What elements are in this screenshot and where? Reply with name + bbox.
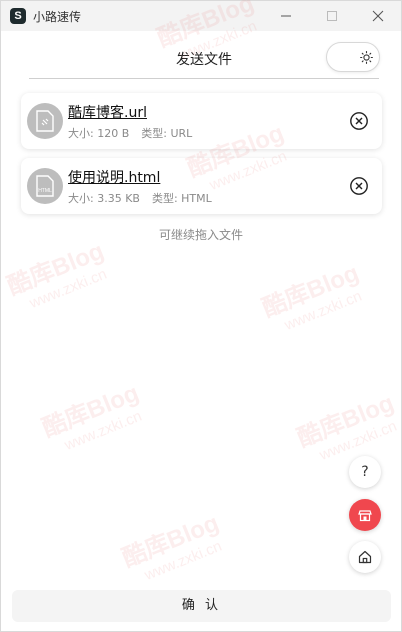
drop-hint: 可继续拖入文件 [158, 228, 243, 242]
shop-icon [358, 510, 372, 522]
watermark-url: www.zxki.cn [282, 287, 365, 334]
file-name[interactable]: 酷库博客.url [68, 102, 147, 122]
file-html-icon: HTML [27, 168, 63, 204]
watermark: 酷库Blogwww.zxki.cn [36, 373, 149, 459]
watermark-brand: 酷库Blog [118, 509, 223, 573]
watermark-brand: 酷库Blog [38, 379, 143, 443]
file-size: 大小: 120 B [68, 127, 130, 140]
remove-circle-x-icon [350, 112, 368, 130]
close-icon [372, 10, 384, 22]
page-header: 发送文件 [29, 41, 380, 79]
sun-icon [360, 51, 373, 64]
file-item[interactable]: HTML 使用说明.html 大小: 3.35 KB 类型: HTML [21, 158, 382, 214]
watermark: 酷库Blogwww.zxki.cn [256, 253, 369, 339]
watermark: 酷库Blogwww.zxki.cn [1, 231, 114, 317]
app-window: S 小路速传 发送文件 酷库博客.url 大小: 120 B 类型: URL H… [0, 0, 402, 632]
remove-circle-x-icon [350, 177, 368, 195]
close-button[interactable] [355, 1, 401, 31]
home-button[interactable] [349, 541, 381, 573]
file-item[interactable]: 酷库博客.url 大小: 120 B 类型: URL [21, 93, 382, 149]
file-meta: 大小: 120 B 类型: URL [68, 125, 204, 141]
maximize-icon [327, 11, 337, 21]
maximize-button[interactable] [309, 1, 355, 31]
remove-file-button[interactable] [349, 176, 369, 196]
file-size: 大小: 3.35 KB [68, 192, 140, 205]
theme-toggle[interactable] [326, 42, 380, 72]
watermark: 酷库Blogwww.zxki.cn [116, 503, 229, 589]
watermark-brand: 酷库Blog [258, 259, 363, 323]
title-bar[interactable]: S 小路速传 [1, 1, 401, 31]
home-icon [358, 550, 372, 564]
watermark-url: www.zxki.cn [27, 265, 110, 312]
minimize-button[interactable] [263, 1, 309, 31]
shop-button[interactable] [349, 499, 381, 531]
minimize-icon [281, 15, 291, 17]
file-name[interactable]: 使用说明.html [68, 167, 160, 187]
remove-file-button[interactable] [349, 111, 369, 131]
confirm-button[interactable]: 确 认 [12, 590, 391, 622]
file-type: 类型: HTML [151, 192, 212, 205]
watermark-brand: 酷库Blog [293, 389, 398, 453]
help-button[interactable]: ? [349, 456, 381, 488]
app-logo-icon: S [10, 8, 26, 24]
file-link-icon [27, 103, 63, 139]
watermark-url: www.zxki.cn [142, 537, 225, 584]
file-type: 类型: URL [141, 127, 193, 140]
watermark: 酷库Blogwww.zxki.cn [291, 383, 402, 469]
file-html-icon-label: HTML [38, 188, 52, 194]
watermark-url: www.zxki.cn [62, 407, 145, 454]
app-title: 小路速传 [33, 10, 82, 24]
file-meta: 大小: 3.35 KB 类型: HTML [68, 190, 224, 206]
